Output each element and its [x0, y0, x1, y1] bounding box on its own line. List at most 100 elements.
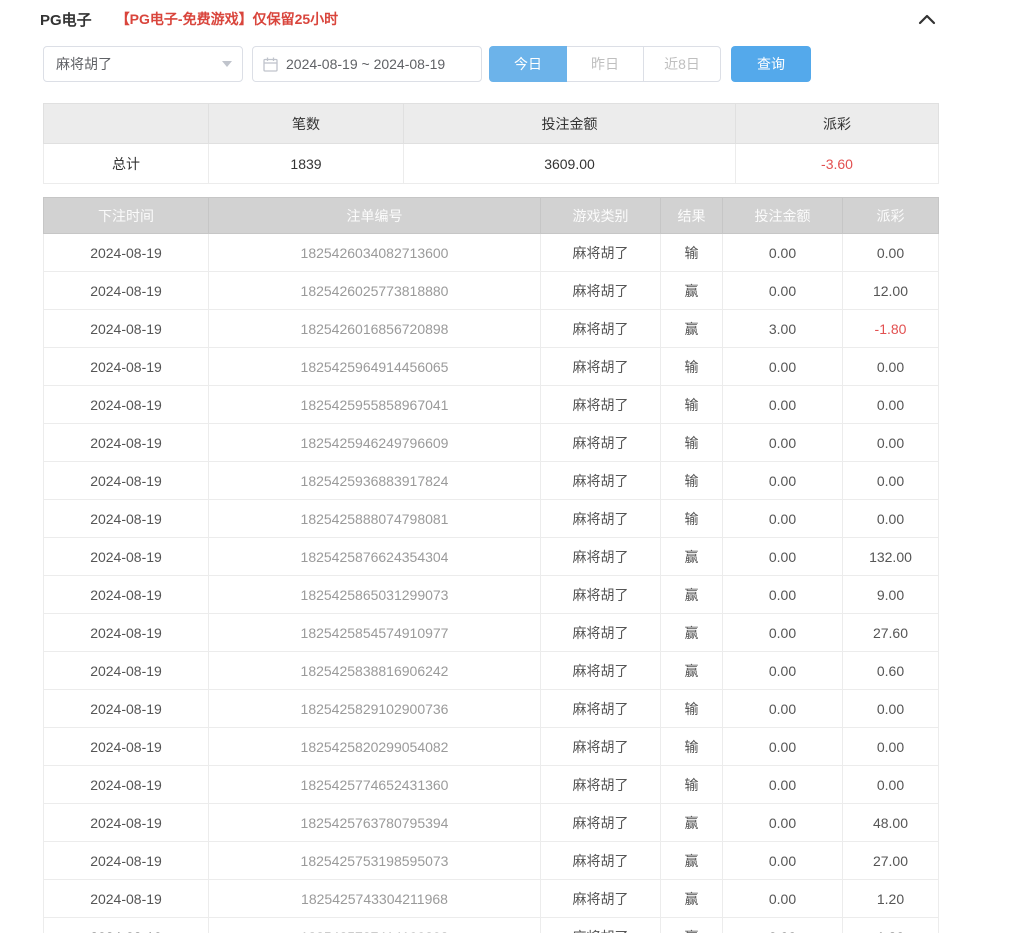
cell-result: 赢 [661, 652, 723, 690]
col-header-bet-amount: 投注金额 [723, 198, 843, 234]
cell-bet-amount: 0.00 [723, 804, 843, 842]
cell-bet-time: 2024-08-19 [44, 918, 209, 933]
cell-bet-time: 2024-08-19 [44, 272, 209, 310]
panel-header: PG电子 【PG电子-免费游戏】仅保留25小时 [43, 0, 938, 30]
records-header-row: 下注时间 注单编号 游戏类别 结果 投注金额 派彩 [44, 198, 939, 234]
table-row: 2024-08-19 1825425936883917824 麻将胡了 输 0.… [44, 462, 939, 500]
table-row: 2024-08-19 1825425829102900736 麻将胡了 输 0.… [44, 690, 939, 728]
collapse-chevron-up-icon[interactable] [916, 11, 938, 27]
cell-bet-id: 1825425865031299073 [209, 576, 541, 614]
cell-payout: 0.00 [843, 462, 939, 500]
cell-bet-amount: 0.00 [723, 462, 843, 500]
cell-bet-id: 1825425964914456065 [209, 348, 541, 386]
cell-result: 赢 [661, 880, 723, 918]
cell-bet-time: 2024-08-19 [44, 538, 209, 576]
cell-game-type: 麻将胡了 [541, 386, 661, 424]
cell-result: 赢 [661, 842, 723, 880]
cell-payout: 9.00 [843, 576, 939, 614]
cell-game-type: 麻将胡了 [541, 538, 661, 576]
cell-bet-amount: 0.00 [723, 538, 843, 576]
search-button[interactable]: 查询 [731, 46, 811, 82]
cell-payout: 0.00 [843, 234, 939, 272]
cell-bet-time: 2024-08-19 [44, 804, 209, 842]
cell-game-type: 麻将胡了 [541, 918, 661, 933]
game-select[interactable]: 麻将胡了 [43, 46, 243, 82]
cell-game-type: 麻将胡了 [541, 500, 661, 538]
cell-game-type: 麻将胡了 [541, 842, 661, 880]
table-row: 2024-08-19 1825426034082713600 麻将胡了 输 0.… [44, 234, 939, 272]
quick-button-today[interactable]: 今日 [489, 46, 567, 82]
cell-bet-id: 1825425820299054082 [209, 728, 541, 766]
summary-bet-amount-value: 3609.00 [404, 144, 736, 184]
cell-payout: 27.00 [843, 842, 939, 880]
table-row: 2024-08-19 1825426016856720898 麻将胡了 赢 3.… [44, 310, 939, 348]
cell-bet-time: 2024-08-19 [44, 500, 209, 538]
quick-date-button-group: 今日 昨日 近8日 [489, 46, 721, 82]
date-range-input[interactable]: 2024-08-19 ~ 2024-08-19 [252, 46, 482, 82]
cell-game-type: 麻将胡了 [541, 690, 661, 728]
cell-game-type: 麻将胡了 [541, 424, 661, 462]
cell-game-type: 麻将胡了 [541, 576, 661, 614]
cell-payout: 0.00 [843, 690, 939, 728]
cell-bet-amount: 0.00 [723, 500, 843, 538]
col-header-game-type: 游戏类别 [541, 198, 661, 234]
records-tbody: 2024-08-19 1825426034082713600 麻将胡了 输 0.… [44, 234, 939, 933]
pg-records-panel: PG电子 【PG电子-免费游戏】仅保留25小时 麻将胡了 2024-08-19 … [43, 0, 938, 933]
cell-game-type: 麻将胡了 [541, 234, 661, 272]
records-table: 下注时间 注单编号 游戏类别 结果 投注金额 派彩 2024-08-19 182… [43, 197, 939, 933]
table-row: 2024-08-19 1825425763780795394 麻将胡了 赢 0.… [44, 804, 939, 842]
summary-header-blank [44, 104, 209, 144]
table-row: 2024-08-19 1825425854574910977 麻将胡了 赢 0.… [44, 614, 939, 652]
table-row: 2024-08-19 1825425737414199298 麻将胡了 赢 0.… [44, 918, 939, 933]
cell-result: 输 [661, 500, 723, 538]
cell-payout: 132.00 [843, 538, 939, 576]
cell-bet-time: 2024-08-19 [44, 424, 209, 462]
table-row: 2024-08-19 1825425838816906242 麻将胡了 赢 0.… [44, 652, 939, 690]
calendar-icon [263, 57, 278, 72]
table-row: 2024-08-19 1825425774652431360 麻将胡了 输 0.… [44, 766, 939, 804]
cell-bet-amount: 0.00 [723, 614, 843, 652]
cell-bet-time: 2024-08-19 [44, 690, 209, 728]
cell-payout: -1.80 [843, 310, 939, 348]
cell-payout: 0.00 [843, 424, 939, 462]
table-row: 2024-08-19 1825425946249796609 麻将胡了 输 0.… [44, 424, 939, 462]
cell-bet-id: 1825425829102900736 [209, 690, 541, 728]
cell-bet-id: 1825425774652431360 [209, 766, 541, 804]
cell-game-type: 麻将胡了 [541, 462, 661, 500]
cell-result: 输 [661, 386, 723, 424]
cell-payout: 1.20 [843, 880, 939, 918]
cell-payout: 27.60 [843, 614, 939, 652]
cell-bet-amount: 0.00 [723, 386, 843, 424]
chevron-up-icon [918, 13, 936, 25]
cell-game-type: 麻将胡了 [541, 766, 661, 804]
cell-payout: 0.00 [843, 766, 939, 804]
cell-bet-time: 2024-08-19 [44, 348, 209, 386]
panel-notice: 【PG电子-免费游戏】仅保留25小时 [116, 9, 338, 29]
cell-payout: 0.60 [843, 652, 939, 690]
cell-bet-amount: 0.00 [723, 424, 843, 462]
summary-header-count: 笔数 [209, 104, 404, 144]
cell-bet-id: 1825426016856720898 [209, 310, 541, 348]
cell-bet-id: 1825425854574910977 [209, 614, 541, 652]
summary-header-bet-amount: 投注金额 [404, 104, 736, 144]
cell-bet-id: 1825426034082713600 [209, 234, 541, 272]
cell-bet-amount: 0.00 [723, 728, 843, 766]
table-row: 2024-08-19 1825425964914456065 麻将胡了 输 0.… [44, 348, 939, 386]
quick-button-yesterday[interactable]: 昨日 [566, 46, 644, 82]
cell-bet-amount: 0.00 [723, 842, 843, 880]
cell-bet-id: 1825425743304211968 [209, 880, 541, 918]
cell-bet-amount: 0.00 [723, 918, 843, 933]
summary-table: 笔数 投注金额 派彩 总计 1839 3609.00 -3.60 [43, 103, 939, 184]
cell-bet-amount: 0.00 [723, 766, 843, 804]
cell-bet-time: 2024-08-19 [44, 234, 209, 272]
cell-bet-amount: 0.00 [723, 348, 843, 386]
cell-bet-amount: 0.00 [723, 272, 843, 310]
cell-bet-id: 1825425753198595073 [209, 842, 541, 880]
col-header-bet-time: 下注时间 [44, 198, 209, 234]
cell-bet-id: 1825425876624354304 [209, 538, 541, 576]
cell-bet-id: 1825425763780795394 [209, 804, 541, 842]
cell-payout: 0.00 [843, 500, 939, 538]
cell-result: 赢 [661, 614, 723, 652]
quick-button-last-8-days[interactable]: 近8日 [643, 46, 721, 82]
filter-bar: 麻将胡了 2024-08-19 ~ 2024-08-19 今日 昨日 近8日 查… [43, 46, 938, 82]
